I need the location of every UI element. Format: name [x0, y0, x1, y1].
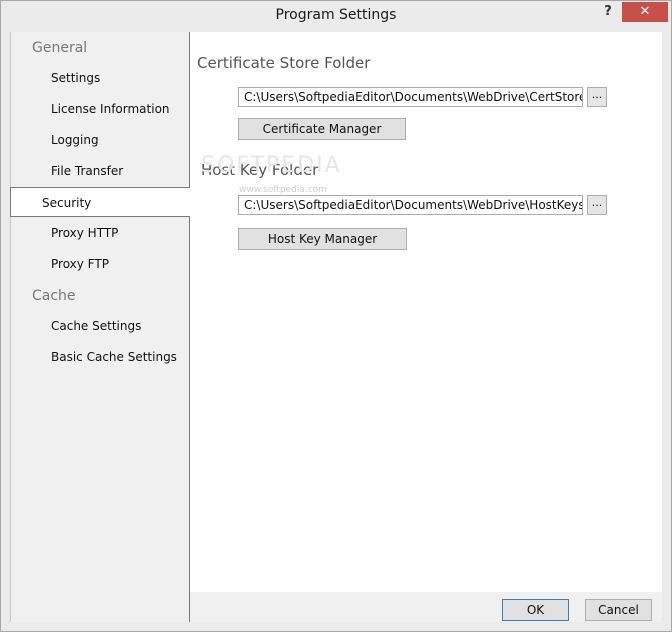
certificate-manager-button[interactable]: Certificate Manager [238, 118, 406, 140]
sidebar-item-license-information[interactable]: License Information [11, 94, 190, 124]
window-title: Program Settings [275, 7, 397, 23]
sidebar-item-basic-cache-settings[interactable]: Basic Cache Settings [11, 342, 190, 372]
group-label-cache: Cache [32, 288, 76, 304]
cert-store-heading: Certificate Store Folder [197, 54, 371, 72]
cancel-button[interactable]: Cancel [585, 599, 652, 621]
dialog-footer: OK Cancel [189, 592, 662, 622]
sidebar-item-settings[interactable]: Settings [11, 63, 190, 93]
settings-content-panel: Certificate Store Folder C:\Users\Softpe… [189, 32, 662, 592]
sidebar-item-cache-settings[interactable]: Cache Settings [11, 311, 190, 341]
sidebar-item-security[interactable]: Security [10, 187, 190, 217]
host-key-browse-button[interactable]: ... [587, 195, 607, 215]
softpedia-watermark-url: www.softpedia.com [239, 185, 327, 195]
group-label-general: General [32, 40, 88, 56]
ok-button[interactable]: OK [502, 599, 569, 621]
sidebar-item-file-transfer[interactable]: File Transfer [11, 156, 190, 186]
help-icon[interactable]: ? [599, 4, 617, 22]
sidebar-item-proxy-ftp[interactable]: Proxy FTP [11, 249, 190, 279]
cert-store-path-field[interactable]: C:\Users\SoftpediaEditor\Documents\WebDr… [238, 87, 583, 107]
cert-store-browse-button[interactable]: ... [587, 87, 607, 107]
settings-sidebar: General Settings License Information Log… [10, 32, 189, 622]
sidebar-item-proxy-http[interactable]: Proxy HTTP [11, 218, 190, 248]
close-button[interactable]: ✕ [622, 2, 668, 22]
softpedia-watermark: SOFTPEDIA [201, 153, 342, 178]
title-bar[interactable]: Program Settings ? ✕ [1, 1, 671, 31]
host-key-path-field[interactable]: C:\Users\SoftpediaEditor\Documents\WebDr… [238, 195, 583, 215]
program-settings-window: Program Settings ? ✕ General Settings Li… [0, 0, 672, 632]
sidebar-item-logging[interactable]: Logging [11, 125, 190, 155]
host-key-manager-button[interactable]: Host Key Manager [238, 228, 407, 250]
